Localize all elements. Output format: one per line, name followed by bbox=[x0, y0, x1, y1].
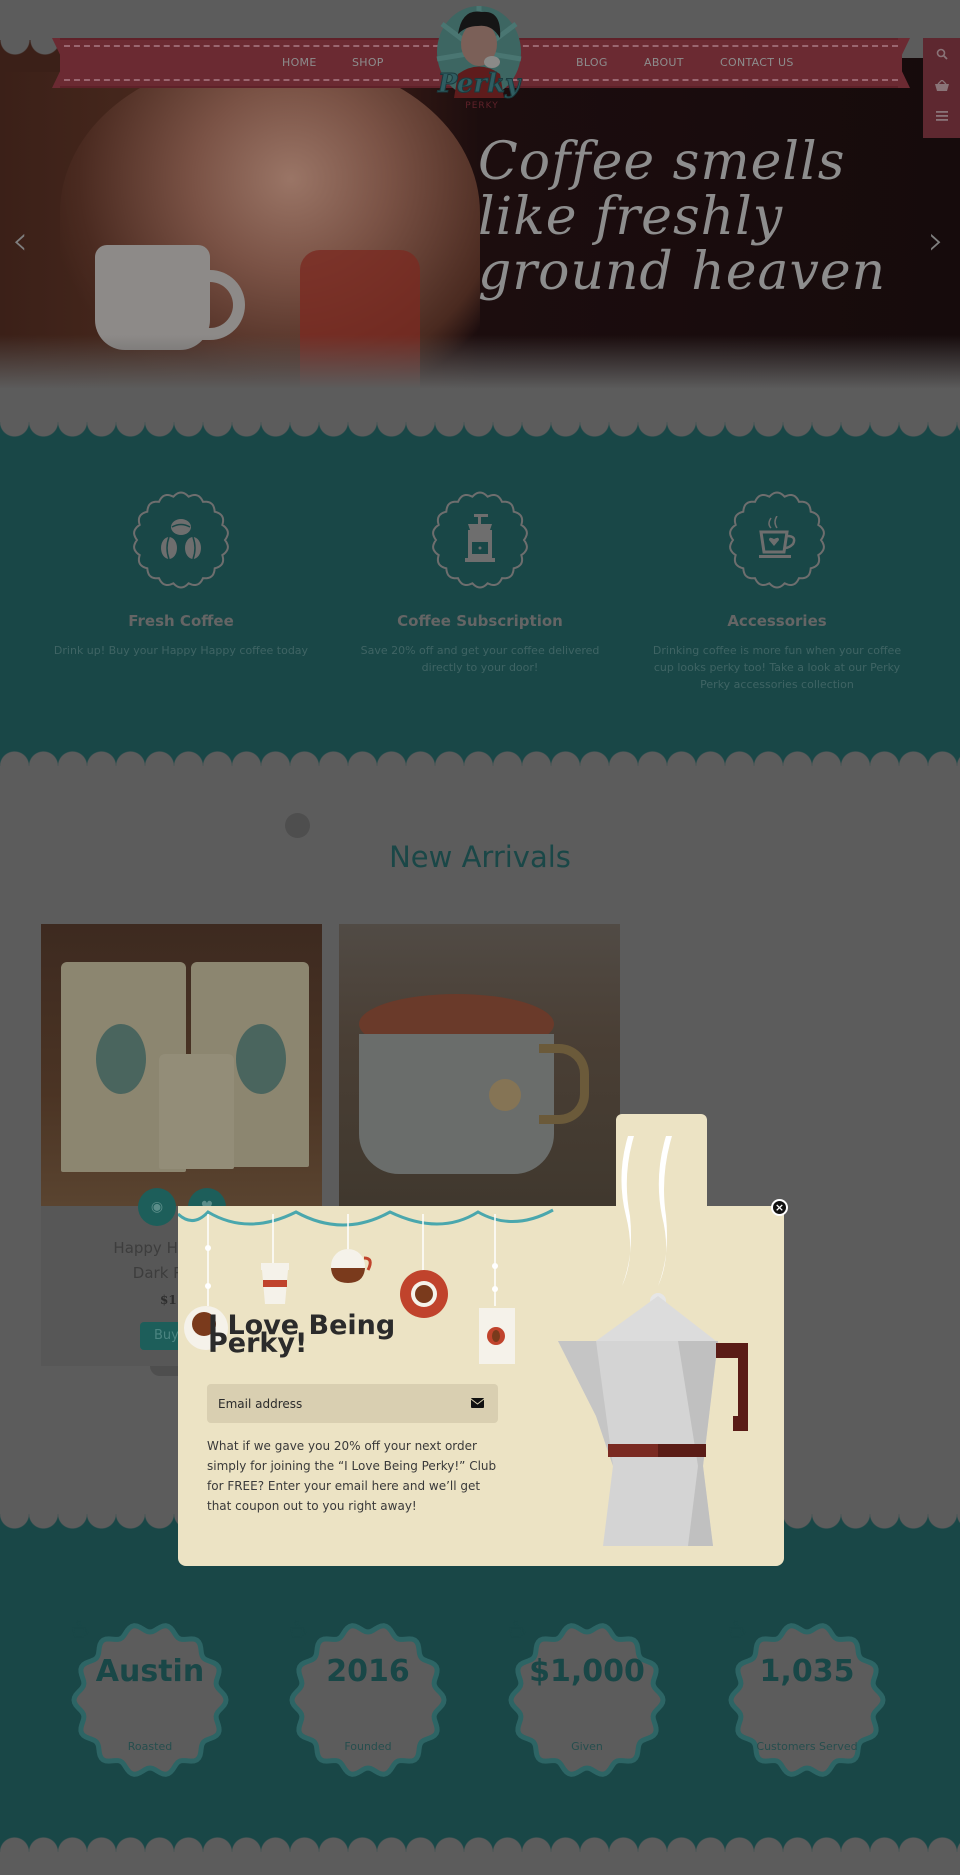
stat-founded: 2016 Founded bbox=[288, 1620, 448, 1780]
saucer-ornament bbox=[400, 1270, 448, 1318]
ribbon-end-right bbox=[898, 38, 910, 88]
search-icon[interactable] bbox=[923, 48, 960, 64]
feature-coffee-subscription: Coffee Subscription Save 20% off and get… bbox=[330, 438, 630, 676]
side-tools-panel bbox=[923, 38, 960, 138]
coffee-cup-icon bbox=[729, 1620, 746, 1641]
feature-title: Coffee Subscription bbox=[397, 612, 563, 630]
feature-title: Fresh Coffee bbox=[128, 612, 234, 630]
stat-value: 2016 bbox=[326, 1654, 410, 1689]
moka-pot-illustration bbox=[558, 1136, 748, 1546]
scalloped-badge bbox=[131, 490, 231, 590]
feature-fresh-coffee: Fresh Coffee Drink up! Buy your Happy Ha… bbox=[31, 438, 331, 659]
basket-icon[interactable] bbox=[923, 79, 960, 96]
coffee-cup-icon bbox=[509, 1620, 526, 1641]
feature-title: Accessories bbox=[727, 612, 827, 630]
coffee-beans-icon bbox=[161, 519, 201, 560]
product-image-coffee-bags[interactable] bbox=[41, 924, 322, 1206]
scalloped-badge bbox=[430, 490, 530, 590]
stat-value: Austin bbox=[95, 1654, 205, 1689]
scallop-divider bbox=[0, 750, 960, 766]
footer-strip bbox=[0, 1852, 960, 1875]
logo-pinup-icon: Perky PERKY bbox=[436, 6, 522, 111]
hero-headline: Coffee smells like freshly ground heaven bbox=[478, 135, 898, 300]
features-section: Fresh Coffee Drink up! Buy your Happy Ha… bbox=[0, 438, 960, 750]
stat-label: Roasted bbox=[127, 1740, 173, 1753]
feature-text: Drinking coffee is more fun when your co… bbox=[652, 644, 902, 691]
scalloped-badge bbox=[727, 490, 827, 590]
stat-customers: 1,035 Customers Served bbox=[727, 1620, 887, 1780]
site-logo[interactable]: Perky PERKY bbox=[432, 4, 526, 116]
coffee-grinder-icon bbox=[465, 514, 495, 562]
carafe-ornament bbox=[331, 1249, 372, 1283]
coffee-cup-icon bbox=[759, 516, 796, 558]
nav-contact[interactable]: CONTACT US bbox=[720, 56, 794, 69]
stat-value: $1,000 bbox=[529, 1654, 645, 1689]
email-field-wrapper bbox=[207, 1384, 498, 1423]
product-price: $1 bbox=[160, 1293, 177, 1307]
loading-spinner bbox=[285, 813, 310, 838]
hero-headline-line: Coffee smells bbox=[478, 132, 846, 192]
menu-icon[interactable] bbox=[923, 110, 960, 125]
nav-scallop-left bbox=[0, 40, 60, 72]
togo-cup-ornament bbox=[261, 1263, 289, 1304]
nav-home[interactable]: HOME bbox=[282, 56, 317, 69]
feature-accessories: Accessories Drinking coffee is more fun … bbox=[627, 438, 927, 693]
stat-roasted: Austin Roasted bbox=[70, 1620, 230, 1780]
popup-body-text: What if we gave you 20% off your next or… bbox=[207, 1439, 497, 1513]
stat-label: Founded bbox=[344, 1740, 392, 1753]
close-popup-button[interactable]: × bbox=[771, 1199, 788, 1216]
slider-next-arrow[interactable]: › bbox=[928, 218, 944, 264]
section-title: New Arrivals bbox=[389, 840, 571, 874]
hero-cloud bbox=[0, 335, 960, 420]
nav-shop[interactable]: SHOP bbox=[352, 56, 384, 69]
scallop-divider bbox=[0, 1836, 960, 1852]
svg-text:PERKY: PERKY bbox=[465, 101, 498, 111]
popup-title: I Love Being Perky! bbox=[208, 1312, 408, 1357]
email-input[interactable] bbox=[207, 1384, 457, 1423]
eye-icon: ◉ bbox=[150, 1199, 164, 1215]
quick-view-button[interactable]: ◉ bbox=[138, 1188, 176, 1226]
stats-section: Austin Roasted 2016 Founded $1,000 Given… bbox=[0, 1530, 960, 1842]
coffee-cup-icon bbox=[290, 1620, 307, 1641]
stat-value: 1,035 bbox=[759, 1654, 855, 1689]
hero-headline-line: ground heaven bbox=[478, 242, 887, 302]
stat-label: Given bbox=[571, 1740, 603, 1753]
coffee-packet-ornament bbox=[479, 1308, 515, 1364]
nav-blog[interactable]: BLOG bbox=[576, 56, 608, 69]
feature-text: Save 20% off and get your coffee deliver… bbox=[360, 644, 600, 674]
envelope-icon[interactable] bbox=[471, 1398, 484, 1408]
stat-label: Customers Served bbox=[756, 1740, 858, 1753]
nav-about[interactable]: ABOUT bbox=[644, 56, 684, 69]
svg-text:Perky: Perky bbox=[437, 69, 522, 99]
coffee-cup-icon bbox=[72, 1620, 89, 1641]
scallop-divider bbox=[0, 422, 960, 438]
slider-prev-arrow[interactable]: ‹ bbox=[12, 218, 28, 264]
stat-given: $1,000 Given bbox=[507, 1620, 667, 1780]
feature-text: Drink up! Buy your Happy Happy coffee to… bbox=[53, 644, 309, 657]
hero-headline-line: like freshly bbox=[478, 187, 784, 247]
